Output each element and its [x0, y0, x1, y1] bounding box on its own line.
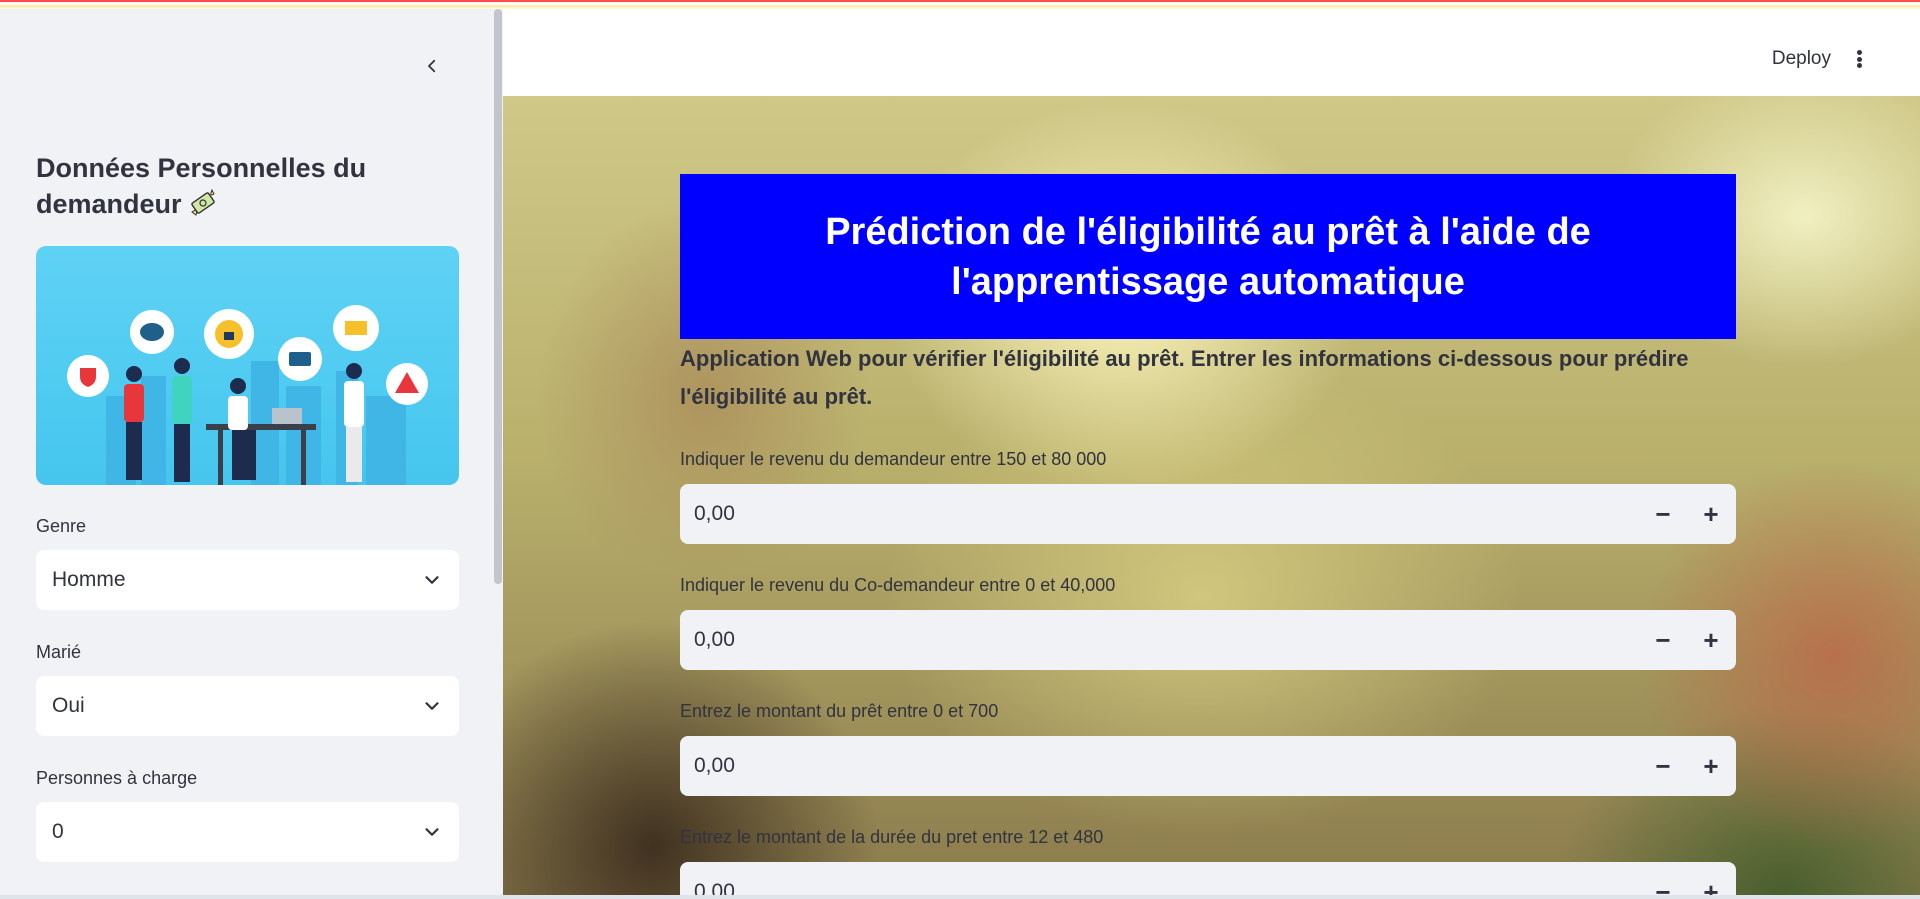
decrement-button[interactable]: − [1639, 863, 1687, 899]
revenu-codemandeur-value[interactable]: 0,00 [681, 628, 1639, 652]
collapse-sidebar-button[interactable] [418, 50, 446, 82]
revenu-codemandeur-label: Indiquer le revenu du Co-demandeur entre… [680, 575, 1116, 595]
increment-button[interactable]: + [1687, 737, 1735, 795]
genre-select[interactable]: Homme [36, 550, 459, 610]
chevron-down-icon [425, 828, 439, 836]
revenu-codemandeur-input[interactable]: 0,00 − + [680, 610, 1736, 670]
decrement-button[interactable]: − [1639, 485, 1687, 543]
sidebar-illustration-image [36, 246, 459, 485]
decrement-button[interactable]: − [1639, 611, 1687, 669]
marie-select[interactable]: Oui [36, 676, 459, 736]
montant-pret-label: Entrez le montant du prêt entre 0 et 700 [680, 701, 999, 721]
app-header: Deploy [503, 0, 1920, 96]
genre-label: Genre [36, 516, 87, 536]
chevron-down-icon [425, 576, 439, 584]
kebab-dot-icon [1856, 50, 1862, 55]
main-content: Prédiction de l'éligibilité au prêt à l'… [503, 96, 1920, 899]
money-with-wings-icon [190, 188, 215, 216]
page-title: Prédiction de l'éligibilité au prêt à l'… [825, 210, 1591, 303]
sidebar-title: Données Personnelles du demandeur [36, 150, 456, 222]
sidebar-title-line1: Données Personnelles du [36, 153, 367, 183]
personnes-a-charge-select[interactable]: 0 [36, 802, 459, 862]
kebab-dot-icon [1856, 56, 1862, 62]
bottom-scroll-edge [0, 895, 1920, 899]
montant-pret-input[interactable]: 0,00 − + [680, 736, 1736, 796]
sidebar-title-line2: demandeur [36, 189, 182, 219]
revenu-demandeur-input[interactable]: 0,00 − + [680, 484, 1736, 544]
increment-button[interactable]: + [1687, 863, 1735, 899]
duree-pret-input[interactable]: 0,00 − + [680, 862, 1736, 899]
deploy-button[interactable]: Deploy [1772, 48, 1831, 70]
genre-select-value: Homme [52, 568, 126, 591]
decrement-button[interactable]: − [1639, 737, 1687, 795]
page-description: Application Web pour vérifier l'éligibil… [680, 346, 1689, 409]
chevron-down-icon [425, 702, 439, 710]
title-banner: Prédiction de l'éligibilité au prêt à l'… [680, 174, 1736, 339]
main-menu-button[interactable] [1848, 46, 1870, 72]
chevron-left-icon [428, 59, 436, 73]
kebab-dot-icon [1856, 63, 1862, 68]
top-decoration-bar [0, 0, 1920, 9]
sidebar: Données Personnelles du demandeur Genre … [0, 0, 503, 899]
marie-label: Marié [36, 642, 82, 662]
personnes-a-charge-select-value: 0 [52, 820, 64, 843]
marie-select-value: Oui [52, 694, 85, 717]
revenu-demandeur-value[interactable]: 0,00 [681, 502, 1639, 526]
revenu-demandeur-label: Indiquer le revenu du demandeur entre 15… [680, 449, 1107, 469]
increment-button[interactable]: + [1687, 611, 1735, 669]
sidebar-scrollbar[interactable] [494, 9, 502, 584]
personnes-a-charge-label: Personnes à charge [36, 768, 198, 788]
montant-pret-value[interactable]: 0,00 [681, 754, 1639, 778]
increment-button[interactable]: + [1687, 485, 1735, 543]
duree-pret-label: Entrez le montant de la durée du pret en… [680, 827, 1104, 847]
